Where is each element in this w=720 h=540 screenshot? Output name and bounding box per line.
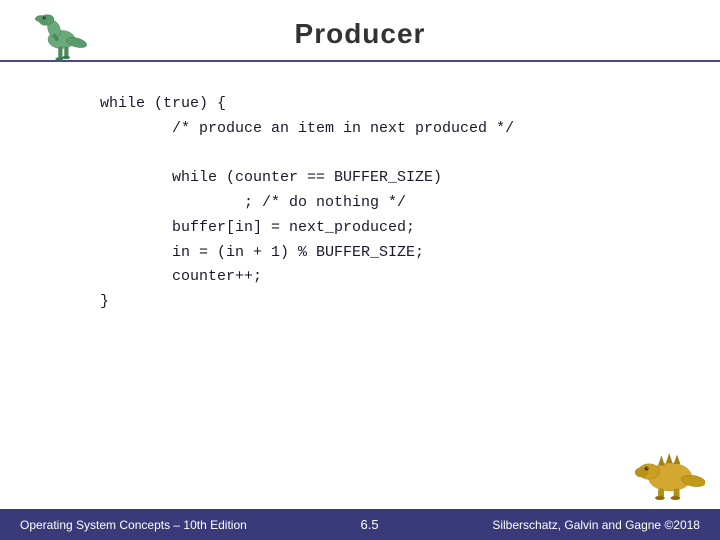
dino-top-left-icon — [30, 8, 90, 63]
slide-footer: Operating System Concepts – 10th Edition… — [0, 509, 720, 540]
code-section: while (true) { /* produce an item in nex… — [0, 62, 720, 335]
footer-copyright: Silberschatz, Galvin and Gagne ©2018 — [492, 518, 700, 532]
footer-edition: Operating System Concepts – 10th Edition — [20, 518, 247, 532]
footer-page: 6.5 — [361, 517, 379, 532]
slide-header: Producer — [0, 0, 720, 62]
code-block: while (true) { /* produce an item in nex… — [100, 92, 640, 315]
slide-title: Producer — [295, 18, 426, 49]
dino-bottom-right-icon — [635, 442, 705, 502]
